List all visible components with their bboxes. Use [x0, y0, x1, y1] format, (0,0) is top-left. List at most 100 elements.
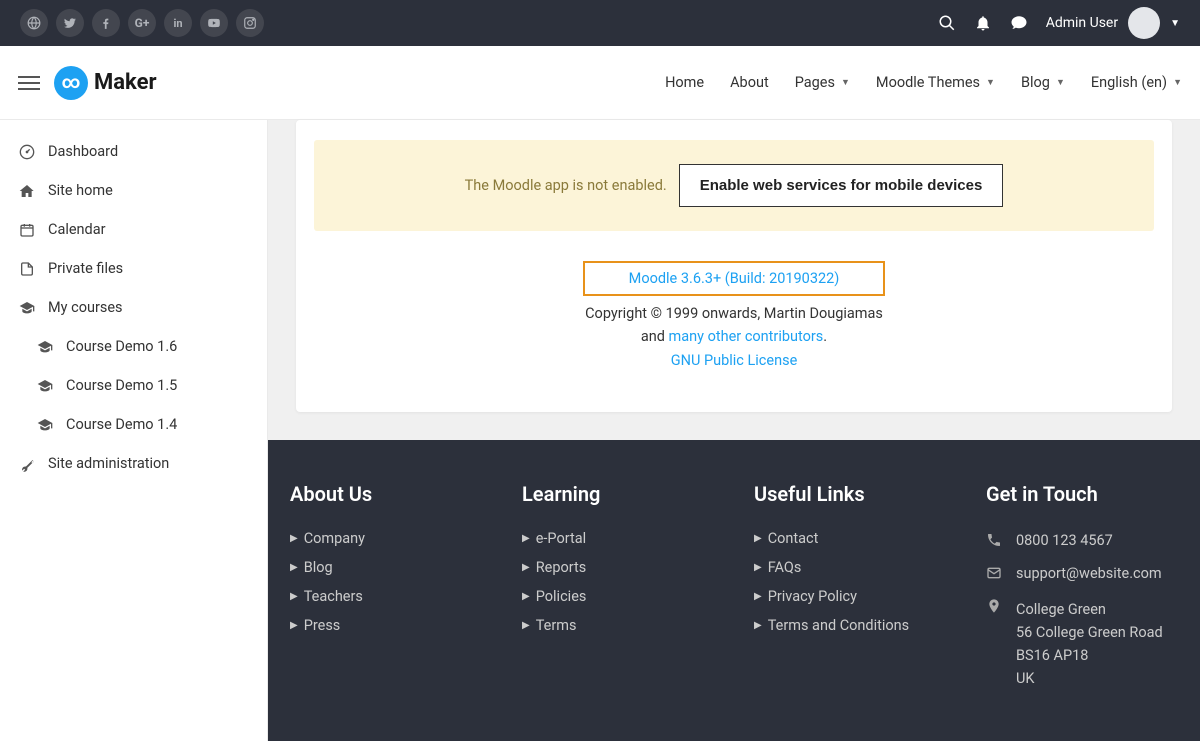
messages-icon[interactable]	[1010, 14, 1028, 32]
sidebar-item-site-admin[interactable]: Site administration	[0, 444, 267, 483]
content-card: The Moodle app is not enabled. Enable we…	[296, 120, 1172, 412]
footer-link[interactable]: ▶Terms and Conditions	[754, 611, 946, 640]
youtube-icon[interactable]	[200, 9, 228, 37]
footer-link[interactable]: ▶Press	[290, 611, 482, 640]
sidebar-item-private-files[interactable]: Private files	[0, 249, 267, 288]
footer-link[interactable]: ▶Reports	[522, 553, 714, 582]
chevron-down-icon: ▼	[1056, 77, 1065, 88]
sidebar-item-dashboard[interactable]: Dashboard	[0, 132, 267, 171]
footer-link[interactable]: ▶Policies	[522, 582, 714, 611]
footer-link[interactable]: ▶Teachers	[290, 582, 482, 611]
user-menu[interactable]: Admin User ▼	[1046, 7, 1180, 39]
logo[interactable]: ∞ Maker	[54, 66, 157, 100]
footer-col-useful: Useful Links ▶Contact ▶FAQs ▶Privacy Pol…	[754, 482, 946, 699]
twitter-icon[interactable]	[56, 9, 84, 37]
bell-icon[interactable]	[974, 14, 992, 32]
chevron-right-icon: ▶	[522, 620, 530, 631]
search-icon[interactable]	[938, 14, 956, 32]
license-link[interactable]: GNU Public License	[671, 352, 798, 369]
sidebar: Dashboard Site home Calendar Private fil…	[0, 120, 268, 741]
sidebar-item-label: Course Demo 1.6	[66, 338, 177, 355]
chevron-right-icon: ▶	[522, 591, 530, 602]
copyright-text: Copyright © 1999 onwards, Martin Dougiam…	[314, 302, 1154, 325]
address-lines: College Green 56 College Green Road BS16…	[1016, 598, 1163, 691]
sidebar-item-course[interactable]: Course Demo 1.4	[0, 405, 267, 444]
logo-text: Maker	[94, 70, 157, 95]
topbar: G+ in Admin User ▼	[0, 0, 1200, 46]
sidebar-item-label: Site administration	[48, 455, 169, 472]
graduation-icon	[18, 300, 36, 316]
sidebar-item-calendar[interactable]: Calendar	[0, 210, 267, 249]
sidebar-item-site-home[interactable]: Site home	[0, 171, 267, 210]
contributors-line: and many other contributors.	[314, 325, 1154, 348]
sidebar-item-label: Calendar	[48, 221, 106, 238]
navbar: ∞ Maker Home About Pages▼ Moodle Themes▼…	[0, 46, 1200, 120]
contact-email: support@website.com	[986, 557, 1178, 590]
file-icon	[18, 261, 36, 277]
sidebar-item-label: My courses	[48, 299, 123, 316]
version-link[interactable]: Moodle 3.6.3+ (Build: 20190322)	[583, 261, 886, 296]
footer-link[interactable]: ▶FAQs	[754, 553, 946, 582]
footer-heading: Useful Links	[754, 482, 946, 506]
footer-col-contact: Get in Touch 0800 123 4567 support@websi…	[986, 482, 1178, 699]
globe-icon[interactable]	[20, 9, 48, 37]
footer-link[interactable]: ▶Privacy Policy	[754, 582, 946, 611]
sidebar-item-course[interactable]: Course Demo 1.5	[0, 366, 267, 405]
footer-heading: About Us	[290, 482, 482, 506]
sidebar-item-course[interactable]: Course Demo 1.6	[0, 327, 267, 366]
chevron-down-icon: ▼	[1170, 18, 1180, 29]
envelope-icon	[986, 565, 1004, 581]
avatar	[1128, 7, 1160, 39]
chevron-right-icon: ▶	[754, 533, 762, 544]
enable-web-services-button[interactable]: Enable web services for mobile devices	[679, 164, 1004, 207]
footer-link[interactable]: ▶Terms	[522, 611, 714, 640]
sidebar-item-label: Course Demo 1.5	[66, 377, 177, 394]
chevron-right-icon: ▶	[754, 620, 762, 631]
hamburger-icon[interactable]	[18, 72, 40, 94]
footer-col-learning: Learning ▶e-Portal ▶Reports ▶Policies ▶T…	[522, 482, 714, 699]
footer-link[interactable]: ▶Blog	[290, 553, 482, 582]
chevron-down-icon: ▼	[1173, 77, 1182, 88]
footer-link[interactable]: ▶Contact	[754, 524, 946, 553]
navbar-left: ∞ Maker	[18, 66, 157, 100]
wrench-icon	[18, 456, 36, 472]
social-icons: G+ in	[20, 9, 264, 37]
sidebar-item-label: Dashboard	[48, 143, 118, 160]
alert-text: The Moodle app is not enabled.	[465, 177, 667, 194]
body: Dashboard Site home Calendar Private fil…	[0, 120, 1200, 741]
nav-language[interactable]: English (en)▼	[1091, 74, 1182, 91]
footer-col-about: About Us ▶Company ▶Blog ▶Teachers ▶Press	[290, 482, 482, 699]
footer-link[interactable]: ▶e-Portal	[522, 524, 714, 553]
chevron-down-icon: ▼	[841, 77, 850, 88]
main: The Moodle app is not enabled. Enable we…	[268, 120, 1200, 741]
instagram-icon[interactable]	[236, 9, 264, 37]
facebook-icon[interactable]	[92, 9, 120, 37]
nav-pages[interactable]: Pages▼	[795, 74, 850, 91]
home-icon	[18, 183, 36, 199]
chevron-right-icon: ▶	[290, 562, 298, 573]
chevron-right-icon: ▶	[522, 533, 530, 544]
graduation-icon	[36, 339, 54, 355]
nav-home[interactable]: Home	[665, 74, 704, 91]
nav-blog[interactable]: Blog▼	[1021, 74, 1065, 91]
contributors-link[interactable]: many other contributors	[669, 328, 824, 345]
nav-moodle-themes[interactable]: Moodle Themes▼	[876, 74, 995, 91]
sidebar-item-label: Private files	[48, 260, 123, 277]
sidebar-item-label: Course Demo 1.4	[66, 416, 177, 433]
footer: About Us ▶Company ▶Blog ▶Teachers ▶Press…	[268, 440, 1200, 741]
logo-icon: ∞	[54, 66, 88, 100]
nav-about[interactable]: About	[730, 74, 769, 91]
googleplus-icon[interactable]: G+	[128, 9, 156, 37]
linkedin-icon[interactable]: in	[164, 9, 192, 37]
footer-heading: Get in Touch	[986, 482, 1178, 506]
footer-heading: Learning	[522, 482, 714, 506]
chevron-right-icon: ▶	[754, 591, 762, 602]
chevron-right-icon: ▶	[290, 533, 298, 544]
sidebar-item-my-courses[interactable]: My courses	[0, 288, 267, 327]
chevron-right-icon: ▶	[290, 591, 298, 602]
contact-phone: 0800 123 4567	[986, 524, 1178, 557]
version-block: Moodle 3.6.3+ (Build: 20190322) Copyrigh…	[314, 261, 1154, 372]
graduation-icon	[36, 417, 54, 433]
dashboard-icon	[18, 144, 36, 160]
footer-link[interactable]: ▶Company	[290, 524, 482, 553]
